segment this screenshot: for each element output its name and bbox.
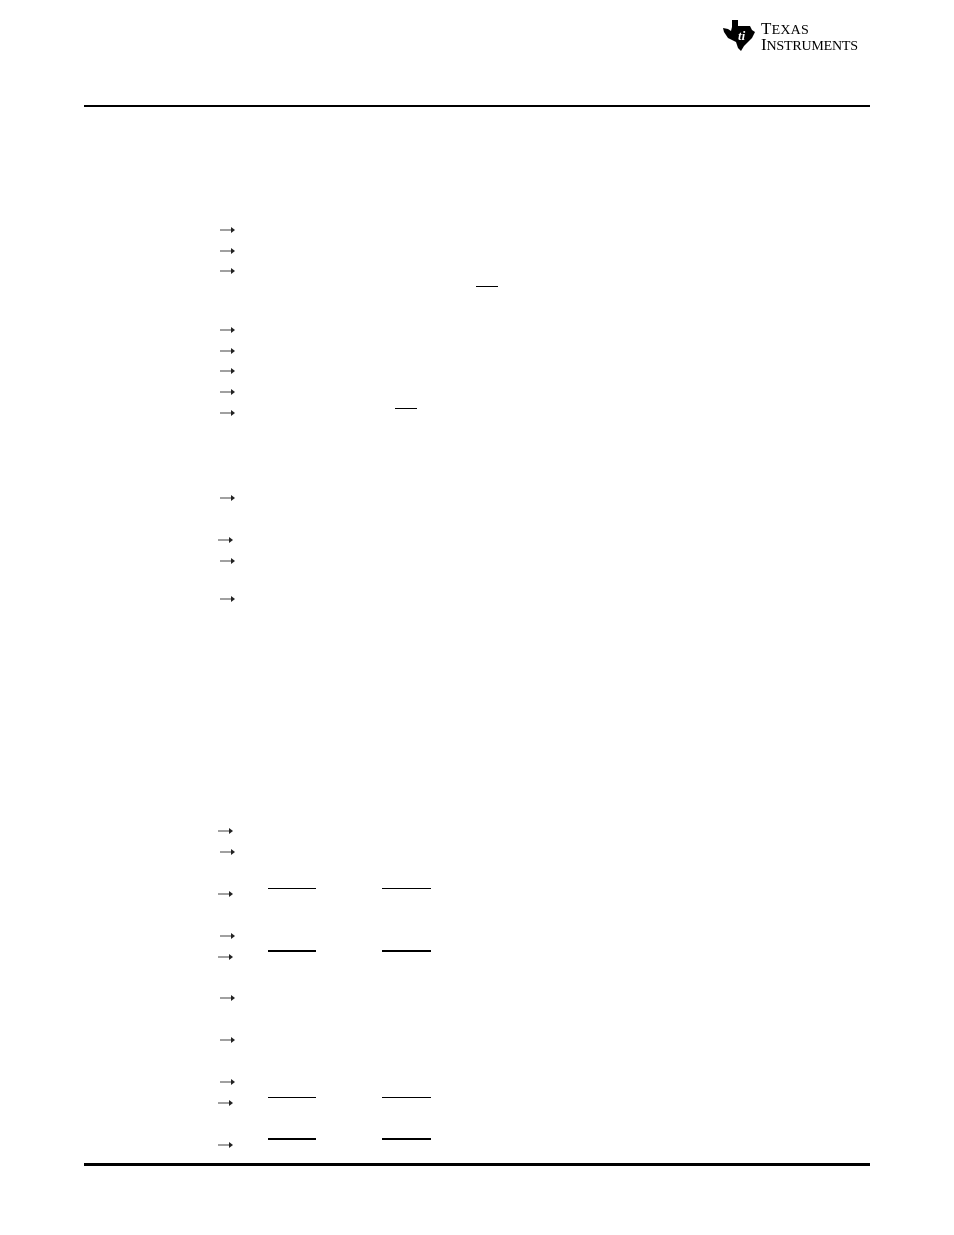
footer-rule [84, 1163, 870, 1166]
arrow-icon [218, 1140, 234, 1150]
arrow-icon [218, 1098, 234, 1108]
arrow-icon [220, 993, 236, 1003]
arrow-icon [220, 325, 236, 335]
overline-mark [268, 950, 316, 952]
arrow-icon [220, 493, 236, 503]
overline-mark [268, 888, 316, 889]
arrow-icon [220, 387, 236, 397]
logo-line1: TEXAS [761, 19, 809, 38]
arrow-icon [220, 246, 236, 256]
arrow-icon [218, 952, 234, 962]
overline-mark [382, 950, 431, 952]
svg-text:ti: ti [738, 28, 746, 43]
overline-mark [268, 1138, 316, 1140]
overline-mark [382, 1138, 431, 1140]
arrow-icon [220, 266, 236, 276]
arrow-icon [220, 225, 236, 235]
overline-mark [382, 888, 431, 889]
arrow-icon [218, 535, 234, 545]
arrow-icon [220, 366, 236, 376]
arrow-icon [220, 1077, 236, 1087]
logo-wordmark: TEXAS INSTRUMENTS [761, 19, 858, 54]
overline-mark [476, 286, 498, 287]
texas-instruments-logo: ti TEXAS INSTRUMENTS [722, 16, 872, 56]
arrow-icon [220, 931, 236, 941]
overline-mark [395, 408, 417, 409]
texas-instruments-logo-icon: ti [723, 20, 755, 51]
logo-line2: INSTRUMENTS [761, 35, 858, 54]
arrow-icon [220, 594, 236, 604]
overline-mark [382, 1097, 431, 1098]
arrow-icon [220, 1035, 236, 1045]
arrow-icon [218, 826, 234, 836]
arrow-icon [220, 847, 236, 857]
overline-mark [268, 1097, 316, 1098]
arrow-icon [218, 889, 234, 899]
arrow-icon [220, 408, 236, 418]
arrow-icon [220, 346, 236, 356]
arrow-icon [220, 556, 236, 566]
header-rule [84, 105, 870, 107]
